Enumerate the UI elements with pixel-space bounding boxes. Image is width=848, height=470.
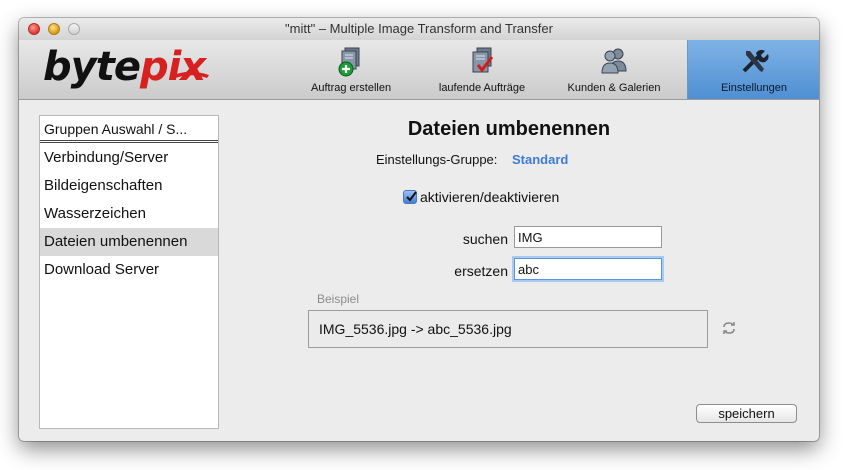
sidebar-item-watermark[interactable]: Wasserzeichen — [40, 200, 218, 228]
sidebar-item-download-server[interactable]: Download Server — [40, 256, 218, 284]
toolbar-label: Einstellungen — [720, 82, 788, 94]
example-label: Beispiel — [317, 292, 360, 306]
toolbar-running-orders-button[interactable]: laufende Aufträge — [434, 40, 530, 99]
toolbar-label: Kunden & Galerien — [567, 82, 661, 94]
minimize-window-button[interactable] — [48, 23, 60, 35]
activate-checkbox-label[interactable]: aktivieren/deaktivieren — [420, 189, 559, 205]
title-bar: "mitt" – Multiple Image Transform and Tr… — [19, 18, 819, 40]
refresh-icon[interactable] — [722, 321, 736, 335]
sidebar-item-image-properties[interactable]: Bildeigenschaften — [40, 172, 218, 200]
settings-group-label: Einstellungs-Gruppe: — [376, 152, 498, 167]
zoom-window-button[interactable] — [68, 23, 80, 35]
window-title: "mitt" – Multiple Image Transform and Tr… — [285, 21, 553, 36]
app-window: "mitt" – Multiple Image Transform and Tr… — [19, 18, 819, 441]
settings-sidebar: Gruppen Auswahl / S... Verbindung/Server… — [39, 115, 219, 429]
toolbar-customers-galleries-button[interactable]: Kunden & Galerien — [562, 40, 666, 99]
toolbar-label: laufende Aufträge — [438, 82, 526, 94]
logo-swoosh — [171, 71, 209, 79]
users-icon — [601, 48, 627, 74]
close-window-button[interactable] — [28, 23, 40, 35]
tools-icon — [742, 49, 769, 73]
checkmark-icon — [406, 191, 417, 202]
page-title: Dateien umbenennen — [407, 118, 611, 140]
save-button[interactable]: speichern — [696, 404, 797, 423]
group-select[interactable]: Gruppen Auswahl / S... — [40, 116, 218, 143]
sidebar-item-rename-files[interactable]: Dateien umbenennen — [40, 228, 218, 256]
activate-checkbox[interactable] — [403, 190, 417, 204]
toolbar-settings-button[interactable]: Einstellungen — [687, 40, 819, 99]
add-document-icon — [338, 47, 360, 77]
replace-input[interactable] — [514, 258, 662, 280]
search-label: suchen — [462, 231, 508, 247]
example-preview: IMG_5536.jpg -> abc_5536.jpg — [308, 310, 708, 348]
toolbar-new-order-button[interactable]: Auftrag erstellen — [311, 40, 391, 99]
document-check-icon — [472, 47, 494, 73]
toolbar-label: Auftrag erstellen — [311, 82, 392, 94]
replace-label: ersetzen — [454, 263, 508, 279]
settings-group-value: Standard — [512, 152, 569, 167]
bytepix-logo: bytepix — [43, 44, 209, 90]
toolbar: bytepix Auftrag erstellen laufende Auftr… — [19, 40, 819, 100]
search-input[interactable] — [514, 226, 662, 248]
sidebar-item-connection-server[interactable]: Verbindung/Server — [40, 144, 218, 172]
